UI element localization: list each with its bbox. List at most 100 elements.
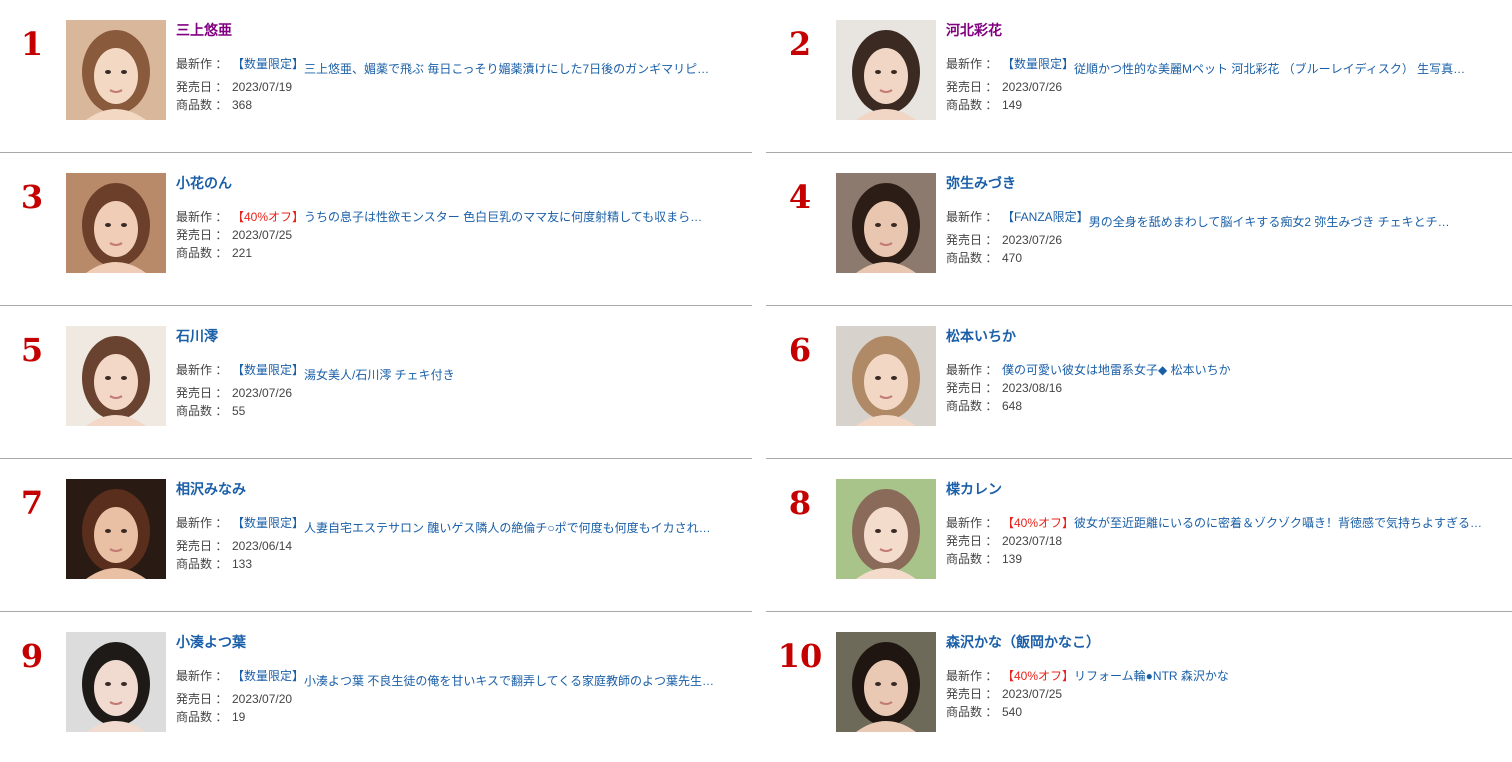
ranking-column-left: 1 三上悠亜 最新作 ： 【数量限定】三上悠亜、媚薬で飛ぶ 毎日こっそり媚薬漬け… bbox=[0, 0, 752, 762]
latest-work-row: 最新作 ： 【FANZA限定】男の全身を舐めまわして脳イキする痴女2 弥生みづき… bbox=[946, 208, 1506, 231]
latest-work-row: 最新作 ： 【数量限定】湯女美人/石川澪 チェキ付き bbox=[176, 361, 736, 384]
actress-name-link[interactable]: 楪カレン bbox=[946, 480, 1506, 498]
latest-work-tag: 【数量限定】 bbox=[232, 516, 305, 530]
latest-work-row: 最新作 ： 【数量限定】小湊よつ葉 不良生徒の俺を甘いキスで翻弄してくる家庭教師… bbox=[176, 667, 736, 690]
latest-work-row: 最新作 ： 【40%オフ】リフォーム輪●NTR 森沢かな bbox=[946, 667, 1506, 685]
actress-name-link[interactable]: 弥生みづき bbox=[946, 174, 1506, 192]
actress-info: 相沢みなみ 最新作 ： 【数量限定】人妻自宅エステサロン 醜いゲス隣人の絶倫チ○… bbox=[176, 480, 736, 573]
actress-photo[interactable] bbox=[836, 632, 936, 732]
actress-card: 3 小花のん 最新作 ： 【40%オフ】うちの息子は性欲モンスター 色白巨乳のマ… bbox=[0, 153, 752, 306]
actress-card: 7 相沢みなみ 最新作 ： 【数量限定】人妻自宅エステサロン 醜いゲス隣人の絶倫… bbox=[0, 459, 752, 612]
actress-name-link[interactable]: 三上悠亜 bbox=[176, 21, 736, 39]
actress-name-link[interactable]: 松本いちか bbox=[946, 327, 1506, 345]
latest-work-link[interactable]: 【40%オフ】リフォーム輪●NTR 森沢かな bbox=[1002, 667, 1229, 685]
release-date-row: 発売日 ： 2023/07/18 bbox=[946, 532, 1506, 550]
product-count-label: 商品数 ： bbox=[946, 552, 998, 566]
actress-photo[interactable] bbox=[66, 20, 166, 120]
latest-work-title: 三上悠亜、媚薬で飛ぶ 毎日こっそり媚薬漬けにした7日後のガンギマリピ… bbox=[304, 62, 710, 76]
rank-number: 3 bbox=[20, 178, 44, 216]
latest-work-label: 最新作 ： bbox=[176, 57, 228, 71]
release-date-row: 発売日 ： 2023/07/26 bbox=[176, 384, 736, 402]
actress-ranking-grid: 1 三上悠亜 最新作 ： 【数量限定】三上悠亜、媚薬で飛ぶ 毎日こっそり媚薬漬け… bbox=[0, 0, 1512, 762]
actress-meta: 最新作 ： 【数量限定】三上悠亜、媚薬で飛ぶ 毎日こっそり媚薬漬けにした7日後の… bbox=[176, 55, 736, 114]
latest-work-row: 最新作 ： 【40%オフ】彼女が至近距離にいるのに密着＆ゾクゾク囁き！背徳感で気… bbox=[946, 514, 1506, 532]
actress-name-link[interactable]: 河北彩花 bbox=[946, 21, 1506, 39]
latest-work-link[interactable]: 【FANZA限定】男の全身を舐めまわして脳イキする痴女2 弥生みづき チェキとチ… bbox=[1002, 208, 1450, 231]
actress-photo[interactable] bbox=[66, 173, 166, 273]
latest-work-tag: 【40%オフ】 bbox=[232, 210, 305, 224]
product-count-value: 19 bbox=[232, 710, 246, 724]
latest-work-title: 従順かつ性的な美麗Mペット 河北彩花 （ブルーレイディスク） 生写真… bbox=[1074, 62, 1466, 76]
actress-meta: 最新作 ： 【40%オフ】リフォーム輪●NTR 森沢かな 発売日 ： 2023/… bbox=[946, 667, 1506, 721]
latest-work-row: 最新作 ： 【40%オフ】うちの息子は性欲モンスター 色白巨乳のママ友に何度射精… bbox=[176, 208, 736, 226]
release-date-label: 発売日 ： bbox=[176, 228, 228, 242]
product-count-label: 商品数 ： bbox=[946, 399, 998, 413]
product-count-label: 商品数 ： bbox=[946, 705, 998, 719]
latest-work-row: 最新作 ： 【数量限定】三上悠亜、媚薬で飛ぶ 毎日こっそり媚薬漬けにした7日後の… bbox=[176, 55, 736, 78]
release-date-label: 発売日 ： bbox=[946, 534, 998, 548]
release-date-label: 発売日 ： bbox=[946, 687, 998, 701]
actress-name-link[interactable]: 小湊よつ葉 bbox=[176, 633, 736, 651]
latest-work-link[interactable]: 【40%オフ】うちの息子は性欲モンスター 色白巨乳のママ友に何度射精しても収まら… bbox=[232, 208, 702, 226]
actress-photo[interactable] bbox=[836, 173, 936, 273]
release-date-value: 2023/08/16 bbox=[1002, 381, 1063, 395]
release-date-row: 発売日 ： 2023/07/26 bbox=[946, 78, 1506, 96]
actress-info: 弥生みづき 最新作 ： 【FANZA限定】男の全身を舐めまわして脳イキする痴女2… bbox=[946, 174, 1506, 267]
actress-card: 6 松本いちか 最新作 ： 僕の可愛い彼女は地雷系女子◆ 松本いちか 発売日 ：… bbox=[766, 306, 1512, 459]
latest-work-label: 最新作 ： bbox=[946, 669, 998, 683]
product-count-value: 470 bbox=[1002, 251, 1023, 265]
actress-meta: 最新作 ： 【40%オフ】うちの息子は性欲モンスター 色白巨乳のママ友に何度射精… bbox=[176, 208, 736, 262]
actress-meta: 最新作 ： 【数量限定】従順かつ性的な美麗Mペット 河北彩花 （ブルーレイディス… bbox=[946, 55, 1506, 114]
actress-info: 小湊よつ葉 最新作 ： 【数量限定】小湊よつ葉 不良生徒の俺を甘いキスで翻弄して… bbox=[176, 633, 736, 726]
actress-photo[interactable] bbox=[836, 20, 936, 120]
latest-work-link[interactable]: 【数量限定】人妻自宅エステサロン 醜いゲス隣人の絶倫チ○ポで何度も何度もイカされ… bbox=[232, 514, 711, 537]
release-date-label: 発売日 ： bbox=[946, 233, 998, 247]
actress-card: 8 楪カレン 最新作 ： 【40%オフ】彼女が至近距離にいるのに密着＆ゾクゾク囁… bbox=[766, 459, 1512, 612]
rank-number: 6 bbox=[788, 331, 812, 369]
actress-photo[interactable] bbox=[66, 479, 166, 579]
actress-photo[interactable] bbox=[836, 326, 936, 426]
latest-work-row: 最新作 ： 【数量限定】従順かつ性的な美麗Mペット 河北彩花 （ブルーレイディス… bbox=[946, 55, 1506, 78]
actress-meta: 最新作 ： 僕の可愛い彼女は地雷系女子◆ 松本いちか 発売日 ： 2023/08… bbox=[946, 361, 1506, 415]
actress-name-link[interactable]: 相沢みなみ bbox=[176, 480, 736, 498]
latest-work-link[interactable]: 【数量限定】小湊よつ葉 不良生徒の俺を甘いキスで翻弄してくる家庭教師のよつ葉先生… bbox=[232, 667, 714, 690]
release-date-value: 2023/07/26 bbox=[1002, 233, 1063, 247]
release-date-label: 発売日 ： bbox=[176, 80, 228, 94]
latest-work-row: 最新作 ： 僕の可愛い彼女は地雷系女子◆ 松本いちか bbox=[946, 361, 1506, 379]
release-date-value: 2023/07/19 bbox=[232, 80, 293, 94]
latest-work-link[interactable]: 【40%オフ】彼女が至近距離にいるのに密着＆ゾクゾク囁き！背徳感で気持ちよすぎる… bbox=[1002, 514, 1482, 532]
actress-photo[interactable] bbox=[66, 632, 166, 732]
product-count-label: 商品数 ： bbox=[176, 404, 228, 418]
release-date-row: 発売日 ： 2023/08/16 bbox=[946, 379, 1506, 397]
actress-card: 4 弥生みづき 最新作 ： 【FANZA限定】男の全身を舐めまわして脳イキする痴… bbox=[766, 153, 1512, 306]
actress-info: 松本いちか 最新作 ： 僕の可愛い彼女は地雷系女子◆ 松本いちか 発売日 ： 2… bbox=[946, 327, 1506, 415]
actress-name-link[interactable]: 小花のん bbox=[176, 174, 736, 192]
release-date-value: 2023/07/26 bbox=[1002, 80, 1063, 94]
rank-number: 5 bbox=[20, 331, 44, 369]
release-date-label: 発売日 ： bbox=[176, 692, 228, 706]
release-date-value: 2023/07/26 bbox=[232, 386, 293, 400]
latest-work-link[interactable]: 【数量限定】三上悠亜、媚薬で飛ぶ 毎日こっそり媚薬漬けにした7日後のガンギマリピ… bbox=[232, 55, 709, 78]
latest-work-title: 湯女美人/石川澪 チェキ付き bbox=[304, 368, 455, 382]
latest-work-link[interactable]: 【数量限定】従順かつ性的な美麗Mペット 河北彩花 （ブルーレイディスク） 生写真… bbox=[1002, 55, 1465, 78]
actress-meta: 最新作 ： 【数量限定】湯女美人/石川澪 チェキ付き 発売日 ： 2023/07… bbox=[176, 361, 736, 420]
latest-work-title: うちの息子は性欲モンスター 色白巨乳のママ友に何度射精しても収まら… bbox=[304, 210, 703, 224]
latest-work-label: 最新作 ： bbox=[176, 210, 228, 224]
actress-photo[interactable] bbox=[66, 326, 166, 426]
product-count-value: 149 bbox=[1002, 98, 1023, 112]
product-count-row: 商品数 ： 19 bbox=[176, 708, 736, 726]
actress-card: 2 河北彩花 最新作 ： 【数量限定】従順かつ性的な美麗Mペット 河北彩花 （ブ… bbox=[766, 0, 1512, 153]
actress-photo[interactable] bbox=[836, 479, 936, 579]
rank-number: 1 bbox=[20, 25, 44, 63]
actress-name-link[interactable]: 森沢かな（飯岡かなこ） bbox=[946, 633, 1506, 651]
latest-work-link[interactable]: 僕の可愛い彼女は地雷系女子◆ 松本いちか bbox=[1002, 361, 1231, 379]
actress-name-link[interactable]: 石川澪 bbox=[176, 327, 736, 345]
rank-number: 4 bbox=[788, 178, 812, 216]
rank-number: 10 bbox=[777, 637, 823, 675]
release-date-row: 発売日 ： 2023/07/26 bbox=[946, 231, 1506, 249]
latest-work-label: 最新作 ： bbox=[946, 516, 998, 530]
latest-work-label: 最新作 ： bbox=[176, 363, 228, 377]
product-count-row: 商品数 ： 470 bbox=[946, 249, 1506, 267]
latest-work-link[interactable]: 【数量限定】湯女美人/石川澪 チェキ付き bbox=[232, 361, 455, 384]
product-count-value: 133 bbox=[232, 557, 253, 571]
